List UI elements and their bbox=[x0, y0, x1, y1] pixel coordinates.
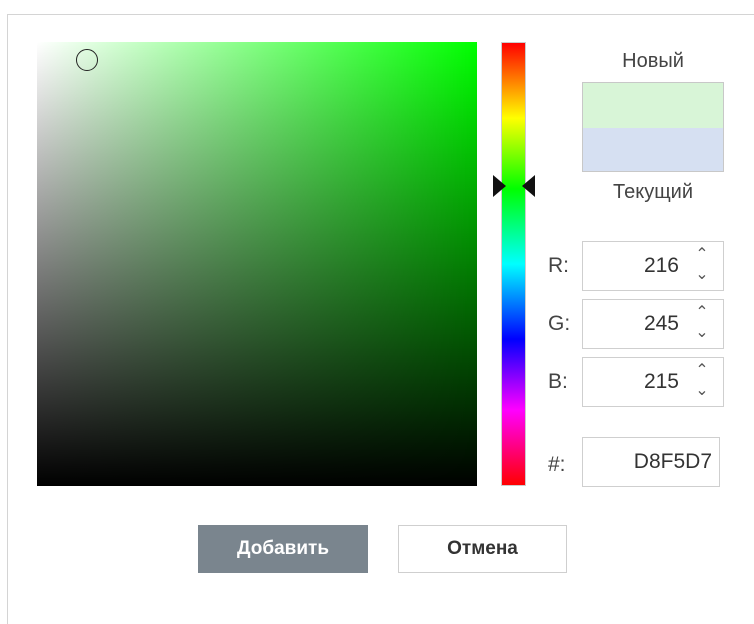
chevron-down-icon[interactable]: ⌄ bbox=[691, 382, 713, 400]
color-cursor[interactable] bbox=[76, 49, 98, 71]
green-label: G: bbox=[548, 312, 571, 335]
green-value[interactable]: 245 bbox=[644, 312, 679, 336]
hex-value[interactable]: D8F5D7 bbox=[634, 450, 712, 474]
green-input[interactable]: 245 ⌃ ⌄ bbox=[582, 299, 724, 349]
blue-value[interactable]: 215 bbox=[644, 370, 679, 394]
chevron-down-icon[interactable]: ⌄ bbox=[691, 324, 713, 342]
cancel-button[interactable]: Отмена bbox=[398, 525, 567, 573]
chevron-up-icon[interactable]: ⌃ bbox=[691, 362, 713, 380]
add-button[interactable]: Добавить bbox=[198, 525, 368, 573]
blue-spinner[interactable]: ⌃ ⌄ bbox=[691, 362, 713, 402]
current-color-swatch[interactable] bbox=[583, 128, 723, 171]
saturation-value-field[interactable] bbox=[37, 42, 477, 486]
hue-handle-left-arrow-icon[interactable] bbox=[493, 175, 506, 197]
new-color-label: Новый bbox=[622, 50, 684, 72]
blue-input[interactable]: 215 ⌃ ⌄ bbox=[582, 357, 724, 407]
hex-label: #: bbox=[548, 453, 566, 476]
red-value[interactable]: 216 bbox=[644, 254, 679, 278]
hex-input[interactable]: D8F5D7 bbox=[582, 437, 720, 487]
chevron-up-icon[interactable]: ⌃ bbox=[691, 304, 713, 322]
chevron-up-icon[interactable]: ⌃ bbox=[691, 246, 713, 264]
new-color-swatch bbox=[583, 83, 723, 128]
color-preview bbox=[582, 82, 724, 172]
red-spinner[interactable]: ⌃ ⌄ bbox=[691, 246, 713, 286]
current-color-label: Текущий bbox=[613, 181, 693, 203]
hue-handle-right-arrow-icon[interactable] bbox=[522, 175, 535, 197]
red-label: R: bbox=[548, 254, 569, 277]
blue-label: B: bbox=[548, 370, 568, 393]
hue-slider[interactable] bbox=[501, 42, 526, 486]
green-spinner[interactable]: ⌃ ⌄ bbox=[691, 304, 713, 344]
red-input[interactable]: 216 ⌃ ⌄ bbox=[582, 241, 724, 291]
chevron-down-icon[interactable]: ⌄ bbox=[691, 266, 713, 284]
